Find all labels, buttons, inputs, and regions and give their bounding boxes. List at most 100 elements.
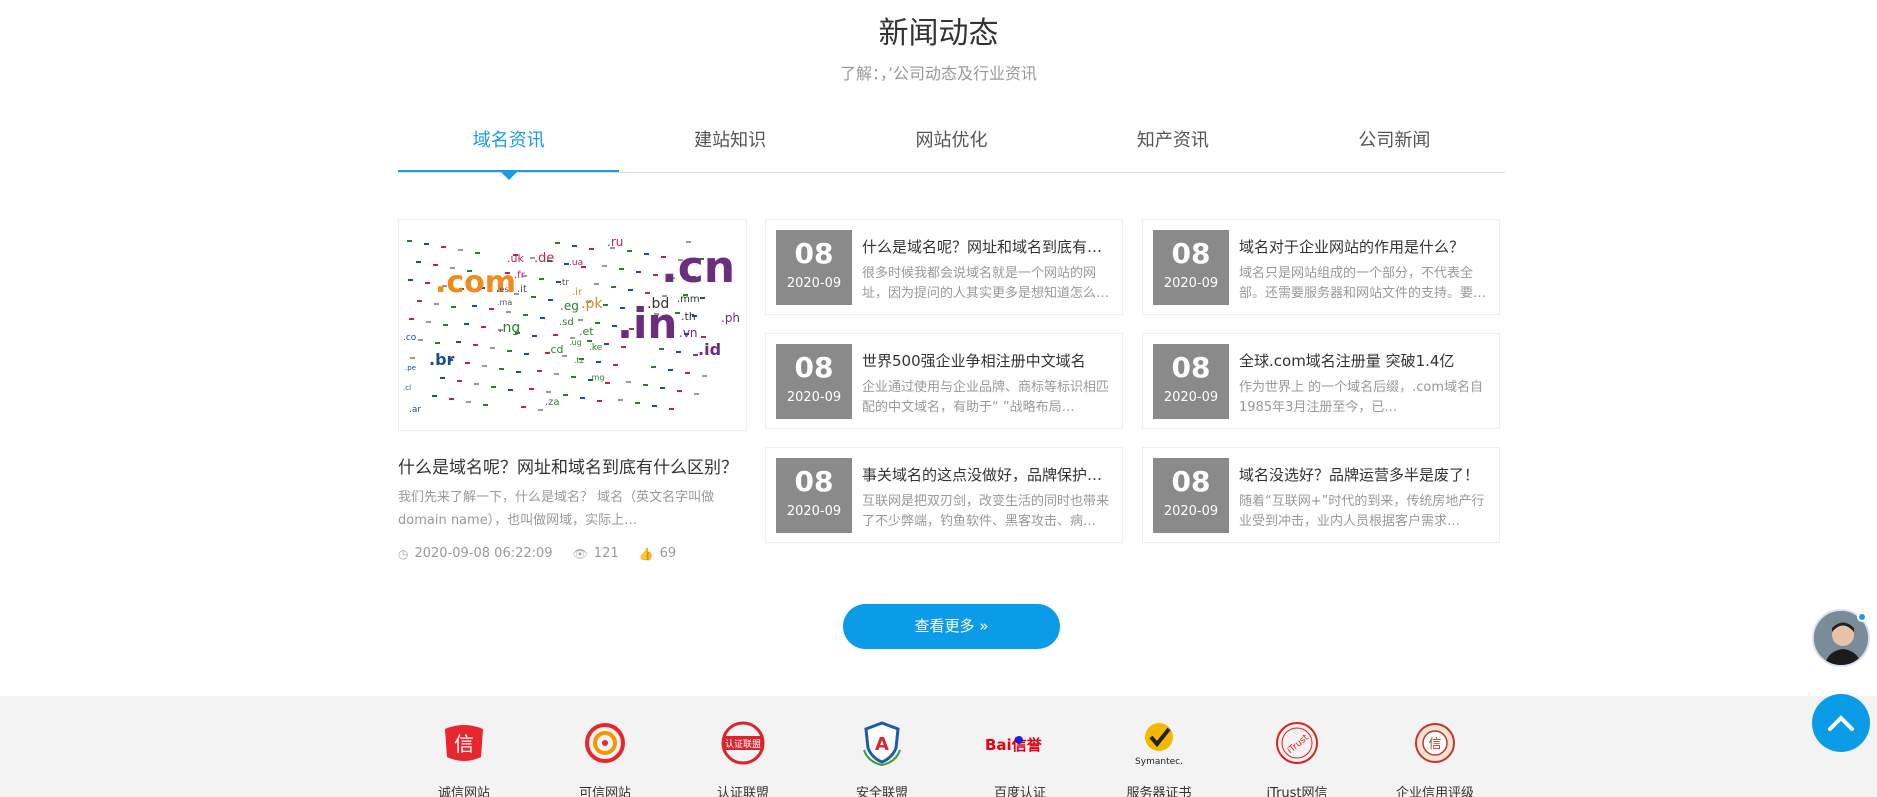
badge-itrust[interactable]: iTrust iTrust网信 — [1237, 718, 1357, 797]
cloud-speck — [578, 319, 583, 321]
tab-company-news[interactable]: 公司新闻 — [1284, 118, 1505, 172]
eye-icon: 👁 — [572, 546, 588, 561]
cloud-word: .ng — [498, 320, 520, 336]
card-title[interactable]: 全球.com域名注册量 突破1.4亿 — [1239, 350, 1489, 371]
cloud-speck — [571, 376, 576, 378]
tab-seo[interactable]: 网站优化 — [841, 118, 1062, 172]
date-day: 08 — [794, 237, 834, 270]
cloud-speck — [636, 271, 641, 273]
badge-baidu[interactable]: Bai信誉 百度认证 — [960, 718, 1080, 797]
cloud-speck — [677, 390, 682, 392]
cloud-word: .cl — [403, 384, 411, 392]
cloud-word: .cn — [661, 242, 735, 293]
news-tabs: 域名资讯 建站知识 网站优化 知产资讯 公司新闻 — [398, 118, 1505, 180]
cloud-speck — [553, 334, 558, 336]
view-more-button[interactable]: 查看更多 » — [843, 604, 1060, 649]
news-card[interactable]: 08 2020-09 域名没选好？品牌运营多半是废了！ 随着“互联网+”时代的到… — [1142, 447, 1500, 543]
cloud-word: .ke — [589, 343, 603, 353]
cloud-speck — [563, 394, 568, 396]
cloud-speck — [587, 340, 592, 342]
renzheng-logo: 认证联盟 — [683, 718, 803, 768]
tab-ip-news[interactable]: 知产资讯 — [1062, 118, 1283, 172]
cloud-speck — [432, 395, 437, 397]
cloud-speck — [523, 314, 528, 316]
badge-kexin[interactable]: 可信网站 — [545, 718, 665, 797]
featured-article[interactable]: .cn .in .com .br .ru .de .uk .fr .it .es .ua .tr .ir… — [398, 219, 747, 561]
cloud-speck — [499, 368, 504, 370]
cloud-speck — [589, 248, 594, 250]
tab-site-building[interactable]: 建站知识 — [619, 118, 840, 172]
badge-chengxin[interactable]: 信 诚信网站 — [404, 718, 524, 797]
cloud-word: .id — [698, 340, 721, 359]
card-title[interactable]: 世界500强企业争相注册中文域名 — [862, 350, 1112, 371]
cloud-speck — [529, 388, 534, 390]
cloud-word: .es — [497, 285, 509, 294]
date-box: 08 2020-09 — [776, 344, 852, 419]
cloud-speck — [669, 408, 674, 410]
back-to-top-button[interactable] — [1812, 694, 1870, 752]
badge-symantec[interactable]: Symantec. 服务器证书 — [1099, 718, 1219, 797]
featured-desc: 我们先来了解一下，什么是域名？ 域名（英文名字叫做domain name），也叫… — [398, 490, 715, 528]
card-title[interactable]: 什么是域名呢？网址和域名到底有什么区别？ — [862, 236, 1112, 257]
badge-anquan[interactable]: A 安全联盟 — [822, 718, 942, 797]
cloud-speck — [473, 344, 478, 346]
date-day: 08 — [794, 465, 834, 498]
date-year-month: 2020-09 — [786, 390, 842, 405]
cloud-speck — [580, 397, 585, 399]
cloud-speck — [507, 350, 512, 352]
cloud-speck — [700, 297, 705, 299]
cloud-speck — [548, 299, 553, 301]
cloud-speck — [524, 353, 529, 355]
badge-credit[interactable]: 信 企业信用评级 — [1375, 718, 1495, 797]
cloud-word: .ua — [569, 258, 583, 268]
news-card[interactable]: 08 2020-09 什么是域名呢？网址和域名到底有什么区别？ 很多时候我都会说… — [765, 219, 1123, 315]
featured-title[interactable]: 什么是域名呢？网址和域名到底有什么区别？ — [398, 453, 747, 478]
cloud-speck — [457, 380, 462, 382]
card-title[interactable]: 事关域名的这点没做好，品牌保护就… — [862, 464, 1112, 485]
cloud-speck — [490, 347, 495, 349]
cloud-speck — [537, 370, 542, 372]
cloud-speck — [597, 400, 602, 402]
cloud-speck — [628, 289, 633, 291]
chengxin-logo: 信 — [404, 718, 524, 768]
badge-renzheng[interactable]: 认证联盟 认证联盟 — [683, 718, 803, 797]
badge-label: 认证联盟 — [716, 786, 769, 797]
card-title[interactable]: 域名没选好？品牌运营多半是废了！ — [1239, 464, 1489, 485]
cloud-word: .za — [545, 397, 560, 408]
cloud-speck — [532, 335, 537, 337]
cloud-speck — [424, 243, 429, 245]
date-box: 08 2020-09 — [1153, 230, 1229, 305]
news-card[interactable]: 08 2020-09 域名对于企业网站的作用是什么？ 域名只是网站组成的一个部分… — [1142, 219, 1500, 315]
cloud-speck — [659, 348, 664, 350]
section-title: 新闻动态 — [878, 16, 999, 51]
badge-label: iTrust网信 — [1266, 786, 1328, 797]
card-title[interactable]: 域名对于企业网站的作用是什么？ — [1239, 236, 1489, 257]
domain-word-cloud-image[interactable]: .cn .in .com .br .ru .de .uk .fr .it .es .ua .tr .ir… — [398, 219, 747, 431]
badge-label: 服务器证书 — [1126, 786, 1192, 797]
cloud-word: .ug — [569, 338, 582, 347]
cloud-word: .ru — [607, 235, 623, 249]
featured-date: 2020-09-08 06:22:09 — [414, 546, 553, 561]
card-desc: 域名只是网站组成的一个部分，不代表全部。还需要服务器和网站文件的支持。要… — [1239, 266, 1487, 301]
cloud-word: .eg — [560, 299, 579, 313]
cloud-word: .bd — [647, 296, 669, 312]
cloud-speck — [538, 409, 543, 411]
cloud-word: .ma — [497, 298, 512, 307]
clock-icon: ◷ — [398, 546, 409, 561]
section-subtitle: 了解：，’公司动态及行业资讯 — [839, 64, 1038, 83]
tab-domain-news[interactable]: 域名资讯 — [398, 118, 620, 180]
featured-views: 121 — [593, 546, 619, 561]
news-card[interactable]: 08 2020-09 全球.com域名注册量 突破1.4亿 作为世界上 的一个域… — [1142, 333, 1500, 429]
cloud-speck — [603, 304, 608, 306]
cloud-speck — [464, 323, 469, 325]
online-status-dot — [1857, 612, 1867, 622]
cloud-speck — [595, 322, 600, 324]
news-card[interactable]: 08 2020-09 世界500强企业争相注册中文域名 企业通过使用与企业品牌、… — [765, 333, 1123, 429]
news-card[interactable]: 08 2020-09 事关域名的这点没做好，品牌保护就… 互联网是把双刃剑，改变… — [765, 447, 1123, 543]
cloud-speck — [627, 250, 632, 252]
featured-meta: ◷ 2020-09-08 06:22:09 👁 121 👍 69 — [398, 546, 747, 561]
date-day: 08 — [1171, 465, 1211, 498]
cloud-speck — [645, 292, 650, 294]
card-desc: 企业通过使用与企业品牌、商标等标识相匹配的中文域名，有助于“ ”战略布局… — [862, 380, 1110, 415]
news-page: 新闻动态 了解：，’公司动态及行业资讯 域名资讯 建站知识 网站优化 知产资讯 … — [0, 0, 1877, 797]
